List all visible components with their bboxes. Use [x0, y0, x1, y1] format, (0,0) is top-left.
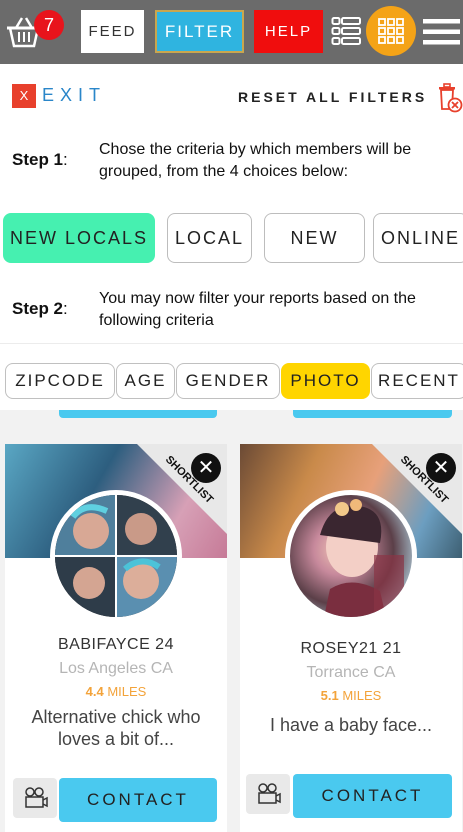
feed-button[interactable]: FEED	[81, 10, 144, 53]
cart-count-badge: 7	[34, 10, 64, 40]
member-distance: 4.4 MILES	[85, 684, 147, 699]
hamburger-icon[interactable]	[423, 17, 460, 47]
member-description: Alternative chick who loves a bit of...	[31, 707, 201, 749]
member-distance: 5.1 MILES	[320, 688, 382, 703]
step2-text: You may now filter your reports based on…	[99, 290, 416, 329]
close-icon[interactable]: ✕	[426, 453, 456, 483]
filter-gender[interactable]: GENDER	[176, 363, 280, 399]
grid-icon	[378, 18, 404, 44]
member-name[interactable]: ROSEY21 21	[240, 640, 462, 658]
avatar[interactable]	[50, 490, 182, 622]
contact-button[interactable]: CONTACT	[293, 774, 452, 818]
profile-card: SHORTLIST ✕ ROSEY21 21 Torrance CA 5.1 M…	[240, 444, 462, 832]
member-name[interactable]: BABIFAYCE 24	[5, 636, 227, 654]
filter-zipcode[interactable]: ZIPCODE	[5, 363, 115, 399]
exit-x-button[interactable]: X	[12, 84, 36, 108]
member-location: Los Angeles CA	[59, 660, 173, 677]
video-camera-icon	[25, 787, 48, 808]
profile-card: SHORTLIST ✕ BABIFAYCE 24 Los Angeles CA	[5, 444, 227, 832]
contact-button[interactable]: CONTACT	[59, 778, 217, 822]
group-local[interactable]: LOCAL	[167, 213, 252, 263]
trash-icon[interactable]	[437, 82, 463, 114]
step1-label: Step 1:	[12, 150, 68, 169]
step2-label: Step 2:	[12, 299, 68, 318]
group-online[interactable]: ONLINE	[373, 213, 463, 263]
exit-link[interactable]: EXIT	[42, 84, 106, 106]
video-button[interactable]	[246, 774, 290, 814]
close-icon[interactable]: ✕	[191, 453, 221, 483]
group-new[interactable]: NEW	[264, 213, 365, 263]
group-new-locals[interactable]: NEW LOCALS	[3, 213, 155, 263]
member-description: I have a baby face...	[269, 715, 433, 735]
filter-age[interactable]: AGE	[116, 363, 175, 399]
app-page: 7 FEED FILTER HELP X EXIT RESET ALL FILT…	[0, 0, 463, 832]
filter-recent[interactable]: RECENT	[371, 363, 463, 399]
avatar[interactable]	[285, 490, 417, 622]
grid-view-button[interactable]	[366, 6, 416, 56]
video-camera-icon	[258, 783, 281, 804]
video-button[interactable]	[13, 778, 57, 818]
help-button[interactable]: HELP	[254, 10, 323, 53]
step1-text: Chose the criteria by which members will…	[99, 141, 412, 180]
filter-button[interactable]: FILTER	[155, 10, 244, 53]
filter-photo[interactable]: PHOTO	[281, 363, 370, 399]
member-location: Torrance CA	[306, 664, 396, 681]
top-bar: 7 FEED FILTER HELP	[0, 0, 463, 64]
divider	[0, 343, 463, 344]
reset-filters-link[interactable]: RESET ALL FILTERS	[238, 89, 427, 105]
list-icon[interactable]	[331, 15, 361, 47]
